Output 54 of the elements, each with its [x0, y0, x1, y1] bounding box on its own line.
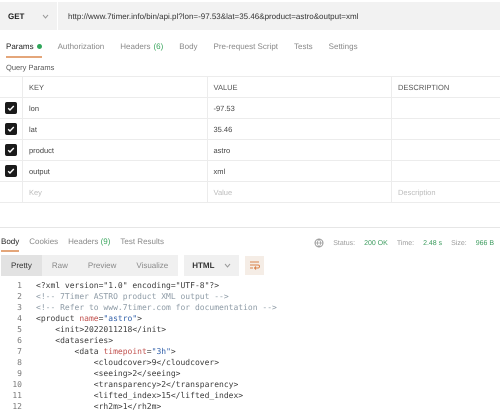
request-tab[interactable]: Body [179, 38, 198, 58]
code-line: <dataseries> [54, 336, 114, 345]
code-line: <init>2022011218</init> [54, 325, 166, 334]
view-mode-tab[interactable]: Preview [78, 255, 126, 276]
checkbox[interactable] [5, 102, 17, 114]
line-number: 6 [16, 336, 23, 345]
line-number: 12 [11, 402, 23, 411]
code-line: <product name="astro"> [36, 314, 142, 323]
view-mode-tab[interactable]: Visualize [126, 255, 178, 276]
check-icon [7, 104, 15, 112]
response-tab[interactable]: Headers (9) [68, 234, 110, 252]
request-tab[interactable]: Authorization [58, 38, 104, 58]
code-line: <transparency>2</transparency> [92, 380, 238, 389]
caret-icon [224, 263, 232, 268]
line-number: 10 [11, 380, 23, 389]
code-line: <!-- 7Timer ASTRO product XML output --> [36, 292, 229, 301]
checkbox[interactable] [5, 144, 17, 156]
code-line: <lifted_index>15</lifted_index> [92, 391, 244, 400]
request-tab[interactable]: Tests [294, 38, 313, 58]
request-tab[interactable]: Params [6, 38, 42, 58]
line-number: 8 [16, 358, 23, 367]
code-line: <cloudcover>9</cloudcover> [92, 358, 220, 367]
code-line: <data timepoint="3h"> [74, 347, 176, 356]
check-icon [7, 167, 15, 175]
code-line: <seeing>2</seeing> [92, 369, 180, 378]
request-tab[interactable]: Headers (6) [120, 38, 164, 58]
response-tab[interactable]: Test Results [120, 234, 164, 252]
code-line: <!-- Refer to www.7timer.com for documentation --> [36, 303, 277, 312]
url-field[interactable]: http://www.7timer.info/bin/api.pl?lon=-97.53&lat=35.46&product=astro&output=xml [58, 12, 358, 20]
globe-icon[interactable] [314, 238, 324, 248]
code-line: <rh2m>1</rh2m> [92, 402, 162, 411]
line-number: 5 [16, 325, 23, 334]
response-tab[interactable]: Body [1, 234, 20, 252]
request-tab[interactable]: Pre-request Script [214, 38, 278, 58]
code-line: <?xml version="1.0" encoding="UTF-8"?> [36, 281, 220, 290]
check-icon [7, 146, 15, 154]
check-icon [7, 125, 15, 133]
checkbox[interactable] [5, 123, 17, 135]
line-number: 1 [16, 281, 23, 290]
wrap-icon[interactable] [245, 256, 264, 275]
line-number: 11 [11, 391, 23, 400]
checkbox[interactable] [5, 165, 17, 177]
line-number: 7 [16, 347, 23, 356]
format-dropdown[interactable]: HTML [184, 255, 240, 276]
line-number: 2 [16, 292, 23, 301]
method-label[interactable]: GET [8, 12, 24, 20]
view-mode-tab[interactable]: Raw [42, 255, 78, 276]
line-number: 9 [16, 369, 23, 378]
view-mode-tab[interactable]: Pretty [1, 255, 42, 276]
response-tab[interactable]: Cookies [29, 234, 58, 252]
request-tab[interactable]: Settings [328, 38, 358, 58]
line-number: 3 [16, 303, 23, 312]
line-number: 4 [16, 314, 23, 323]
caret-icon[interactable] [42, 14, 49, 18]
